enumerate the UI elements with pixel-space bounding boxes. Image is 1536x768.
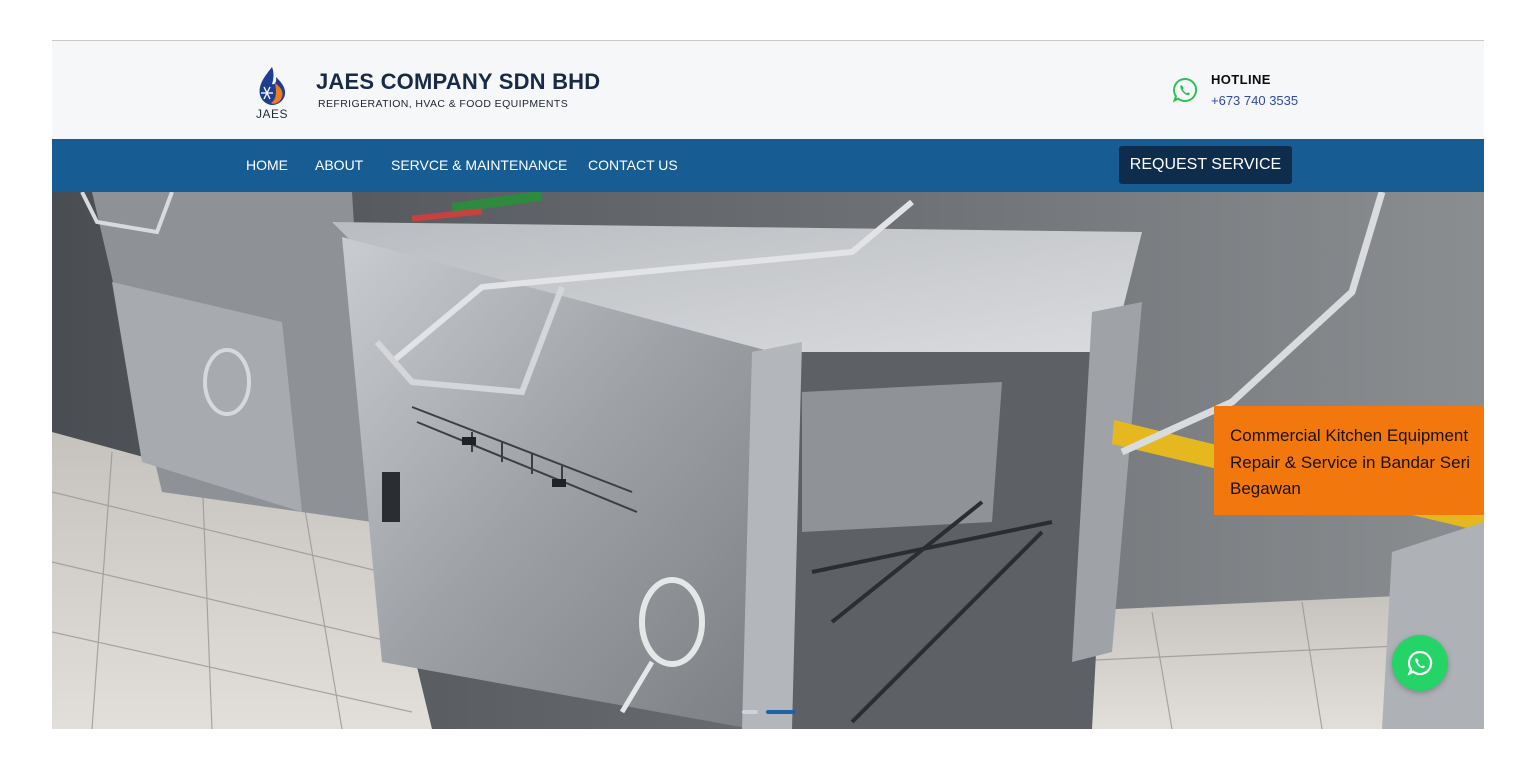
hotline-label: HOTLINE xyxy=(1211,72,1271,87)
request-service-button[interactable]: REQUEST SERVICE xyxy=(1119,146,1292,184)
hero-slider: Commercial Kitchen Equipment Repair & Se… xyxy=(52,192,1484,729)
slider-dot-1[interactable] xyxy=(742,710,758,714)
whatsapp-icon xyxy=(1407,650,1433,676)
logo-text: JAES xyxy=(255,107,288,121)
hotline-number[interactable]: +673 740 3535 xyxy=(1211,93,1298,108)
header: JAES JAES COMPANY SDN BHD REFRIGERATION,… xyxy=(52,41,1484,139)
whatsapp-icon[interactable] xyxy=(1172,77,1198,103)
company-name: JAES COMPANY SDN BHD xyxy=(316,69,601,94)
company-tagline: REFRIGERATION, HVAC & FOOD EQUIPMENTS xyxy=(318,98,569,110)
main-nav: HOME ABOUT SERVCE & MAINTENANCE CONTACT … xyxy=(52,139,1484,192)
nav-item-home[interactable]: HOME xyxy=(246,157,288,173)
nav-item-about[interactable]: ABOUT xyxy=(315,157,363,173)
nav-item-contact-us[interactable]: CONTACT US xyxy=(588,157,678,173)
flame-snowflake-icon xyxy=(259,67,286,105)
nav-item-service-maintenance[interactable]: SERVCE & MAINTENANCE xyxy=(391,157,567,173)
whatsapp-floating-button[interactable] xyxy=(1392,635,1448,691)
page-frame: JAES JAES COMPANY SDN BHD REFRIGERATION,… xyxy=(52,40,1484,729)
slider-dot-2[interactable] xyxy=(766,710,796,714)
hero-caption: Commercial Kitchen Equipment Repair & Se… xyxy=(1214,406,1484,515)
company-logo[interactable]: JAES xyxy=(252,65,292,125)
